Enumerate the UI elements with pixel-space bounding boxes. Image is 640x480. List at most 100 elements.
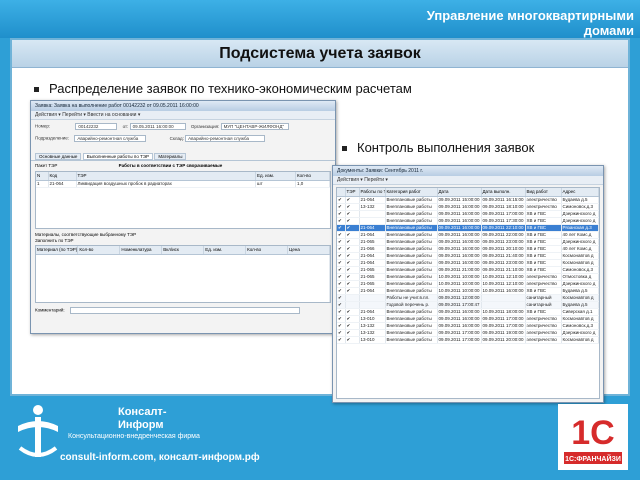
table-cell: 40 лет Комс.д xyxy=(561,231,599,239)
column-header[interactable]: ТЭР xyxy=(76,172,256,181)
ter-subtoolbar: Пакет ТЭР Работы в соответствии с ТЭР св… xyxy=(31,161,335,171)
table-cell: 09.09.2011 17:00:00 xyxy=(481,315,526,323)
tab-materials[interactable]: Материалы xyxy=(154,153,187,160)
table-row[interactable]: ✔ ✔ 21-064 Внеплановые работы 09.09.2011 16:… xyxy=(337,259,599,267)
org-field[interactable]: МУП "ЦЕНТАВР-ЖИЛФОНД" xyxy=(220,123,289,130)
fill-by-ter-button[interactable]: Заполнить по ТЭР xyxy=(35,238,74,243)
materials-title: Материалы, соответствующие выбранному ТЭ… xyxy=(35,232,137,237)
column-header[interactable]: Цена xyxy=(287,246,330,255)
table-row[interactable]: 1 21-064 Ликвидация воздушных пробок в рад… xyxy=(36,180,330,188)
table-cell: 09.09.2011 12:00:00 xyxy=(437,294,482,302)
table-cell: 09.09.2011 16:00:00 xyxy=(437,238,482,246)
number-field[interactable]: 00142232 xyxy=(75,123,118,130)
request-window-toolbar[interactable]: Действия ▾ Перейти ▾ Ввести на основании… xyxy=(31,111,335,120)
comment-row: Комментарий: xyxy=(31,303,335,318)
table-cell: ✔ xyxy=(337,252,346,260)
table-cell: Внеплановые работы xyxy=(385,287,438,295)
table-cell: Космонавтов д xyxy=(561,336,599,344)
table-cell: Внеплановые работы xyxy=(385,231,438,239)
table-cell: электричество xyxy=(525,336,562,344)
table-cell: Внеплановые работы xyxy=(385,252,438,260)
column-header[interactable] xyxy=(337,188,346,197)
table-row[interactable]: ✔ ✔ 13-010 Внеплановые работы 09.09.2011 17:… xyxy=(337,336,599,344)
table-row[interactable]: ✔ Работы не учит.в.пл. 09.09.2011 12:00:00… xyxy=(337,294,599,302)
column-header[interactable]: Кол-во xyxy=(295,172,330,181)
footer-links[interactable]: consult-inform.com, консалт-информ.рф xyxy=(60,452,270,464)
bullet-square-icon xyxy=(34,87,39,93)
warehouse-field[interactable]: Аварийно-ремонтная служба xyxy=(185,135,266,142)
journal-window-toolbar[interactable]: Действия ▾ Перейти ▾ xyxy=(333,176,603,185)
table-cell: электричество xyxy=(525,203,562,211)
dept-field[interactable]: Аварийно-ремонтная служба xyxy=(74,135,147,142)
column-header[interactable]: Ед. изм. xyxy=(203,246,247,255)
table-row[interactable]: ✔ ✔ Внеплановые работы 09.09.2011 16:00:00 0… xyxy=(337,210,599,218)
table-row[interactable]: ✔ ✔ 13-132 Внеплановые работы 09.09.2011 16:… xyxy=(337,203,599,211)
column-header[interactable]: Вид работ xyxy=(525,188,562,197)
table-cell xyxy=(359,301,386,309)
table-cell: 09.09.2011 16:00:00 xyxy=(437,308,482,316)
column-header[interactable]: Категория работ xyxy=(385,188,438,197)
table-row[interactable]: ✔ ✔ 13-132 Внеплановые работы 09.09.2011 17:… xyxy=(337,329,599,337)
table-cell: 21-064 xyxy=(359,308,386,316)
table-cell: ✔ xyxy=(337,280,346,288)
column-header[interactable]: Кол-во xyxy=(245,246,289,255)
table-row[interactable]: ✔ ✔ 21-064 Внеплановые работы 09.09.2011 16:… xyxy=(337,308,599,316)
date-field[interactable]: 09.05.2011 16:00:00 xyxy=(129,123,186,130)
table-cell: Внеплановые работы xyxy=(385,336,438,344)
column-header[interactable]: ТЭР xyxy=(345,188,360,197)
table-cell: Внеплановые работы xyxy=(385,224,438,232)
table-row[interactable]: ✔ ✔ 21-065 Внеплановые работы 10.09.2011 10:… xyxy=(337,273,599,281)
table-cell: 09.09.2011 17:00:00 xyxy=(437,329,482,337)
table-cell: ✔ xyxy=(345,210,360,218)
table-row[interactable]: ✔ ✔ Внеплановые работы 09.09.2011 16:00:00 0… xyxy=(337,217,599,225)
table-cell: ХВ и ГВС xyxy=(525,231,562,239)
column-header[interactable]: Вкл/иск xyxy=(161,246,205,255)
table-row[interactable]: ✔ ✔ 13-132 Внеплановые работы 09.09.2011 16:… xyxy=(337,322,599,330)
table-row[interactable]: ✔ ✔ 21-066 Внеплановые работы 09.09.2011 16:… xyxy=(337,245,599,253)
table-cell: Дзержинского д xyxy=(561,280,599,288)
column-header[interactable]: Номенклатура xyxy=(119,246,163,255)
ter-package-button[interactable]: Пакет ТЭР xyxy=(35,163,57,168)
table-cell: санитарный xyxy=(525,294,562,302)
column-header[interactable]: Дата xyxy=(437,188,482,197)
table-cell: 09.09.2011 16:00:00 xyxy=(437,203,482,211)
table-row[interactable]: ✔ ✔ 13-010 Внеплановые работы 09.09.2011 16:… xyxy=(337,315,599,323)
column-header[interactable]: Адрес xyxy=(561,188,599,197)
table-cell: 09.09.2011 17:30:00 xyxy=(481,217,526,225)
table-row[interactable]: ✔ Годовой перечень р. 09.09.2011 17:00:47 с… xyxy=(337,301,599,309)
table-cell: 09.09.2011 17:00:00 xyxy=(481,322,526,330)
table-cell xyxy=(359,294,386,302)
bullet-distribution-text: Распределение заявок по технико-экономич… xyxy=(49,81,412,96)
journal-window-title: Документы: Заявки: Сентябрь 2011 г. xyxy=(333,166,603,176)
comment-field[interactable] xyxy=(69,307,300,314)
table-row[interactable]: ✔ ✔ 21-065 Внеплановые работы 09.09.2011 21:… xyxy=(337,266,599,274)
column-header[interactable]: Код xyxy=(48,172,77,181)
table-row[interactable]: ✔ ✔ 21-065 Внеплановые работы 09.09.2011 16:… xyxy=(337,238,599,246)
column-header[interactable]: Кол-во xyxy=(77,246,121,255)
table-cell: 09.09.2011 21:00:00 xyxy=(437,266,482,274)
column-header[interactable]: Работы по ТЭР xyxy=(359,188,386,197)
column-header[interactable]: Ед. изм. xyxy=(255,172,296,181)
tab-ter-works[interactable]: Выполненные работы по ТЭР xyxy=(82,153,154,160)
table-row[interactable]: ✔ ✔ 21-064 Внеплановые работы 09.09.2011 16:… xyxy=(337,252,599,260)
column-header[interactable]: Материал (по ТЭР) xyxy=(36,246,79,255)
bullet-distribution: Распределение заявок по технико-экономич… xyxy=(34,81,412,96)
table-cell: 21-064 xyxy=(48,180,77,188)
table-cell: ✔ xyxy=(337,259,346,267)
table-cell: 21-064 xyxy=(359,252,386,260)
table-row[interactable]: ✔ ✔ 21-065 Внеплановые работы 10.09.2011 10:… xyxy=(337,280,599,288)
table-row[interactable]: ✔ ✔ 21-064 Внеплановые работы 09.09.2011 16:… xyxy=(337,231,599,239)
tab-main-data[interactable]: Основные данные xyxy=(35,153,82,160)
table-row[interactable]: ✔ ✔ 21-064 Внеплановые работы 10.09.2011 10:… xyxy=(337,287,599,295)
table-cell: 21-064 xyxy=(359,259,386,267)
column-header[interactable]: Дата выполн. xyxy=(481,188,526,197)
table-cell: электричество xyxy=(525,322,562,330)
table-cell: 40 лет Комс.д xyxy=(561,245,599,253)
column-header[interactable]: N xyxy=(36,172,49,181)
table-row[interactable]: ✔ ✔ 21-064 Внеплановые работы 09.09.2011 16:… xyxy=(337,224,599,232)
table-cell: ✔ xyxy=(345,231,360,239)
table-row[interactable]: ✔ ✔ 21-064 Внеплановые работы 09.09.2011 15:… xyxy=(337,196,599,204)
table-cell: 09.09.2011 16:00:00 xyxy=(437,315,482,323)
table-cell: Внеплановые работы xyxy=(385,238,438,246)
table-cell: 21-065 xyxy=(359,238,386,246)
